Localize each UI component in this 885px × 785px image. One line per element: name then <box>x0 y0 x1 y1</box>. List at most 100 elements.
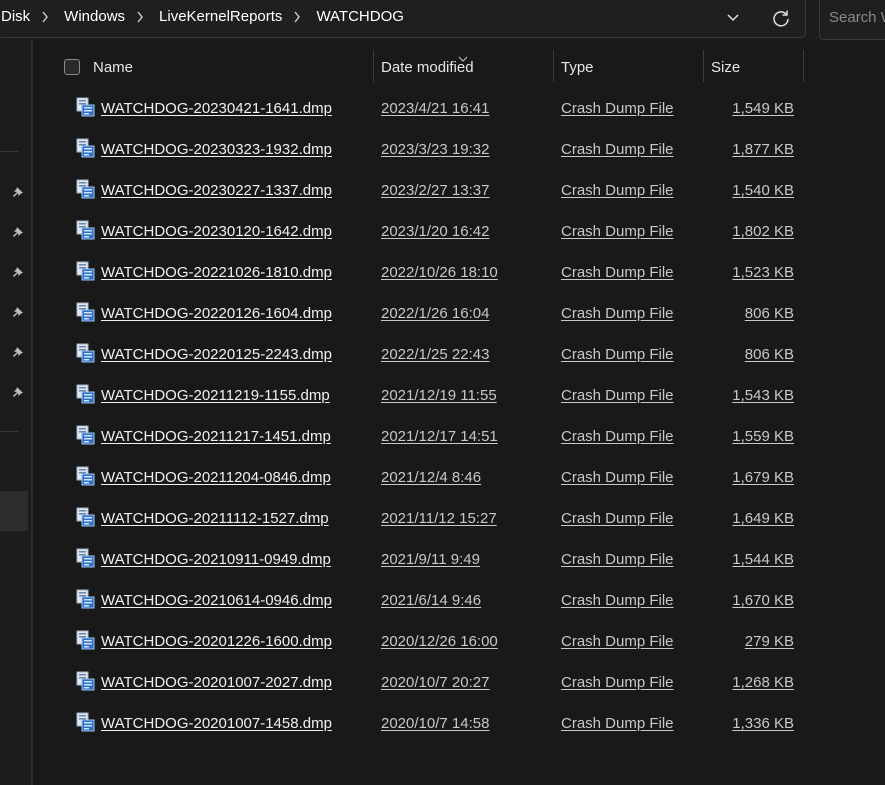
column-header-date-modified[interactable]: Date modified <box>381 59 474 76</box>
file-date-modified[interactable]: 2020/10/7 14:58 <box>381 715 489 732</box>
file-size[interactable]: 279 KB <box>745 633 794 650</box>
file-row[interactable]: WATCHDOG-20211219-1155.dmp 2021/12/19 11:… <box>33 376 873 417</box>
file-row[interactable]: WATCHDOG-20211204-0846.dmp 2021/12/4 8:46… <box>33 458 873 499</box>
column-header-type[interactable]: Type <box>561 59 594 76</box>
file-size[interactable]: 1,544 KB <box>732 551 794 568</box>
file-name[interactable]: WATCHDOG-20211112-1527.dmp <box>101 510 329 527</box>
column-header-name[interactable]: Name <box>93 59 133 76</box>
pin-icon[interactable] <box>12 185 24 197</box>
file-size[interactable]: 1,802 KB <box>732 223 794 240</box>
pin-icon[interactable] <box>12 225 24 237</box>
column-divider[interactable] <box>703 50 704 82</box>
breadcrumb-separator-icon[interactable] <box>41 10 51 24</box>
file-type[interactable]: Crash Dump File <box>561 264 674 281</box>
file-size[interactable]: 1,670 KB <box>732 592 794 609</box>
file-type[interactable]: Crash Dump File <box>561 633 674 650</box>
address-bar[interactable]: Disk Windows LiveKernelReports WATCHDOG <box>0 0 806 38</box>
file-type[interactable]: Crash Dump File <box>561 551 674 568</box>
file-type[interactable]: Crash Dump File <box>561 428 674 445</box>
file-name[interactable]: WATCHDOG-20201007-1458.dmp <box>101 715 332 732</box>
file-date-modified[interactable]: 2021/11/12 15:27 <box>381 510 497 527</box>
file-name[interactable]: WATCHDOG-20230227-1337.dmp <box>101 182 332 199</box>
file-type[interactable]: Crash Dump File <box>561 715 674 732</box>
select-all-checkbox[interactable] <box>64 59 80 75</box>
file-row[interactable]: WATCHDOG-20201007-2027.dmp 2020/10/7 20:2… <box>33 663 873 704</box>
file-date-modified[interactable]: 2021/12/4 8:46 <box>381 469 481 486</box>
file-type[interactable]: Crash Dump File <box>561 100 674 117</box>
file-name[interactable]: WATCHDOG-20211204-0846.dmp <box>101 469 331 486</box>
column-divider[interactable] <box>553 50 554 82</box>
file-type[interactable]: Crash Dump File <box>561 141 674 158</box>
file-type[interactable]: Crash Dump File <box>561 510 674 527</box>
pin-icon[interactable] <box>12 385 24 397</box>
file-row[interactable]: WATCHDOG-20210614-0946.dmp 2021/6/14 9:46… <box>33 581 873 622</box>
refresh-icon[interactable] <box>771 8 791 28</box>
search-box[interactable] <box>819 0 885 40</box>
file-date-modified[interactable]: 2021/6/14 9:46 <box>381 592 481 609</box>
file-size[interactable]: 1,679 KB <box>732 469 794 486</box>
column-divider[interactable] <box>803 50 804 82</box>
file-type[interactable]: Crash Dump File <box>561 182 674 199</box>
file-name[interactable]: WATCHDOG-20221026-1810.dmp <box>101 264 332 281</box>
file-type[interactable]: Crash Dump File <box>561 223 674 240</box>
file-date-modified[interactable]: 2021/12/17 14:51 <box>381 428 498 445</box>
column-divider[interactable] <box>373 50 374 82</box>
file-type[interactable]: Crash Dump File <box>561 305 674 322</box>
file-row[interactable]: WATCHDOG-20230120-1642.dmp 2023/1/20 16:4… <box>33 212 873 253</box>
file-name[interactable]: WATCHDOG-20201007-2027.dmp <box>101 674 332 691</box>
chevron-down-icon[interactable] <box>726 11 740 25</box>
file-row[interactable]: WATCHDOG-20201226-1600.dmp 2020/12/26 16:… <box>33 622 873 663</box>
file-size[interactable]: 1,268 KB <box>732 674 794 691</box>
file-row[interactable]: WATCHDOG-20230227-1337.dmp 2023/2/27 13:3… <box>33 171 873 212</box>
file-date-modified[interactable]: 2022/10/26 18:10 <box>381 264 498 281</box>
file-name[interactable]: WATCHDOG-20230120-1642.dmp <box>101 223 332 240</box>
column-header-size[interactable]: Size <box>711 59 740 76</box>
file-type[interactable]: Crash Dump File <box>561 346 674 363</box>
file-name[interactable]: WATCHDOG-20220126-1604.dmp <box>101 305 332 322</box>
file-row[interactable]: WATCHDOG-20211112-1527.dmp 2021/11/12 15:… <box>33 499 873 540</box>
file-date-modified[interactable]: 2023/2/27 13:37 <box>381 182 489 199</box>
file-row[interactable]: WATCHDOG-20230323-1932.dmp 2023/3/23 19:3… <box>33 130 873 171</box>
file-name[interactable]: WATCHDOG-20210614-0946.dmp <box>101 592 332 609</box>
file-date-modified[interactable]: 2020/10/7 20:27 <box>381 674 489 691</box>
file-type[interactable]: Crash Dump File <box>561 592 674 609</box>
pin-icon[interactable] <box>12 345 24 357</box>
file-date-modified[interactable]: 2023/1/20 16:42 <box>381 223 489 240</box>
breadcrumb-separator-icon[interactable] <box>293 10 303 24</box>
pin-icon[interactable] <box>12 265 24 277</box>
file-name[interactable]: WATCHDOG-20201226-1600.dmp <box>101 633 332 650</box>
file-size[interactable]: 1,877 KB <box>732 141 794 158</box>
file-date-modified[interactable]: 2023/3/23 19:32 <box>381 141 489 158</box>
breadcrumb-separator-icon[interactable] <box>136 10 146 24</box>
file-date-modified[interactable]: 2021/12/19 11:55 <box>381 387 497 404</box>
file-size[interactable]: 1,549 KB <box>732 100 794 117</box>
file-size[interactable]: 1,336 KB <box>732 715 794 732</box>
file-name[interactable]: WATCHDOG-20211217-1451.dmp <box>101 428 331 445</box>
breadcrumb-item-windows[interactable]: Windows <box>64 8 125 25</box>
file-name[interactable]: WATCHDOG-20220125-2243.dmp <box>101 346 332 363</box>
file-row[interactable]: WATCHDOG-20210911-0949.dmp 2021/9/11 9:49… <box>33 540 873 581</box>
file-row[interactable]: WATCHDOG-20230421-1641.dmp 2023/4/21 16:4… <box>33 89 873 130</box>
file-size[interactable]: 1,649 KB <box>732 510 794 527</box>
breadcrumb-item-watchdog[interactable]: WATCHDOG <box>316 8 404 25</box>
file-row[interactable]: WATCHDOG-20221026-1810.dmp 2022/10/26 18:… <box>33 253 873 294</box>
file-size[interactable]: 1,559 KB <box>732 428 794 445</box>
file-size[interactable]: 1,543 KB <box>732 387 794 404</box>
file-date-modified[interactable]: 2020/12/26 16:00 <box>381 633 498 650</box>
search-input[interactable] <box>829 9 885 26</box>
file-row[interactable]: WATCHDOG-20220125-2243.dmp 2022/1/25 22:4… <box>33 335 873 376</box>
file-name[interactable]: WATCHDOG-20230323-1932.dmp <box>101 141 332 158</box>
file-name[interactable]: WATCHDOG-20230421-1641.dmp <box>101 100 332 117</box>
file-date-modified[interactable]: 2022/1/25 22:43 <box>381 346 489 363</box>
file-type[interactable]: Crash Dump File <box>561 674 674 691</box>
file-row[interactable]: WATCHDOG-20211217-1451.dmp 2021/12/17 14:… <box>33 417 873 458</box>
pin-icon[interactable] <box>12 305 24 317</box>
file-size[interactable]: 1,540 KB <box>732 182 794 199</box>
nav-item-selected[interactable] <box>0 491 28 531</box>
file-type[interactable]: Crash Dump File <box>561 469 674 486</box>
file-type[interactable]: Crash Dump File <box>561 387 674 404</box>
breadcrumb-item-livekernelreports[interactable]: LiveKernelReports <box>159 8 282 25</box>
file-date-modified[interactable]: 2021/9/11 9:49 <box>381 551 480 568</box>
file-size[interactable]: 806 KB <box>745 346 794 363</box>
breadcrumb-item-disk[interactable]: Disk <box>1 8 30 25</box>
